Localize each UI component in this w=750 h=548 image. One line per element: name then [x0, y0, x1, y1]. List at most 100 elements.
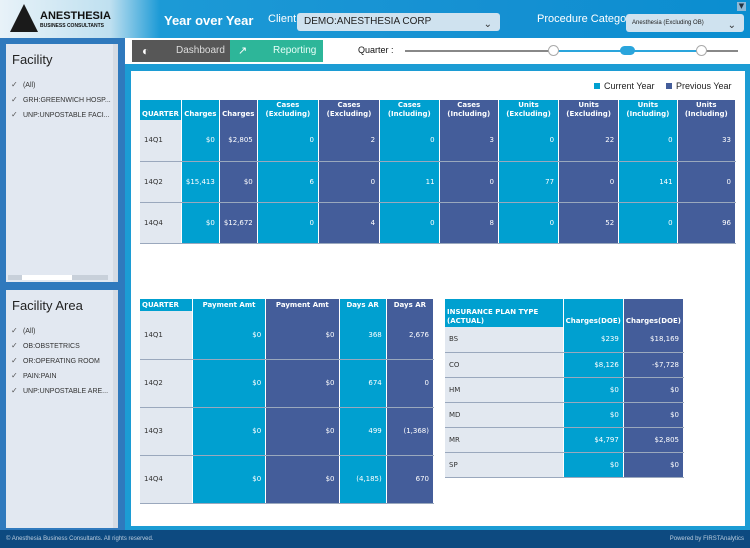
client-value: DEMO:ANESTHESIA CORP [304, 16, 432, 27]
checkmark-icon: ✓ [11, 341, 18, 350]
table-cell: $0 [192, 407, 267, 456]
column-header[interactable]: QUARTER [140, 299, 193, 311]
filter-item[interactable]: ✓ UNP:UNPOSTABLE FACI... [6, 107, 113, 122]
table-cell: $0 [192, 359, 267, 408]
table-row: 14Q4 $0 $12,672 0 4 0 8 0 52 0 96 [140, 202, 737, 244]
table-cell: 499 [339, 407, 387, 456]
table-cell: 141 [618, 161, 678, 203]
filter-item-label: PAIN:PAIN [22, 373, 57, 380]
row-label: SP [445, 452, 564, 478]
header: ANESTHESIA BUSINESS CONSULTANTS Year ove… [0, 0, 750, 38]
table-cell: 77 [498, 161, 560, 203]
filter-item-label: OR:OPERATING ROOM [22, 358, 100, 365]
dashboard-tab[interactable]: ◐ Dashboard [132, 40, 230, 62]
table-cell: 0 [677, 161, 737, 203]
legend-previous-year: Previous Year [666, 81, 732, 91]
column-header[interactable]: Units (Excluding) [558, 100, 620, 120]
table-row: CO $8,126 -$7,728 [445, 352, 685, 378]
column-header[interactable]: Charges [181, 100, 220, 120]
row-label: 14Q3 [140, 407, 193, 456]
table-cell: $0 [265, 311, 340, 360]
table-cell: $0 [265, 359, 340, 408]
slider-handle-middle[interactable] [620, 46, 635, 55]
column-header[interactable]: Payment Amt [265, 299, 340, 311]
table-cell: 674 [339, 359, 387, 408]
toolbar: ◐ Dashboard ↗ Reporting Quarter : [125, 38, 750, 64]
reporting-tab[interactable]: ↗ Reporting [230, 40, 323, 62]
table-cell: $0 [563, 402, 624, 428]
column-header[interactable]: Cases (Including) [439, 100, 499, 120]
filter-item[interactable]: ✓ OR:OPERATING ROOM [6, 353, 113, 368]
table-cell: -$7,728 [623, 352, 685, 378]
column-header[interactable]: Charges [219, 100, 258, 120]
table-cell: $12,672 [219, 202, 258, 244]
logo-text: ANESTHESIA [40, 10, 111, 22]
column-header[interactable]: INSURANCE PLAN TYPE (ACTUAL) [445, 299, 564, 327]
dashboard-label: Dashboard [176, 45, 225, 56]
procedure-category-select[interactable]: Anesthesia (Excluding OB) ⌄ [626, 14, 744, 32]
column-header[interactable]: Days AR [386, 299, 435, 311]
table-cell: 0 [439, 161, 499, 203]
column-header[interactable]: QUARTER [140, 100, 182, 120]
client-label: Client [268, 13, 297, 25]
table-cell: $15,413 [181, 161, 220, 203]
table-cell: $0 [192, 455, 267, 504]
table-cell: $18,169 [623, 327, 685, 353]
quarter-slider[interactable] [405, 45, 738, 56]
filter-item[interactable]: ✓ PAIN:PAIN [6, 368, 113, 383]
table-cell: 0 [498, 202, 560, 244]
slider-handle-end[interactable] [696, 45, 707, 56]
client-select[interactable]: DEMO:ANESTHESIA CORP ⌄ [297, 13, 500, 31]
table-cell: 2,676 [386, 311, 435, 360]
table-cell: 0 [379, 120, 440, 162]
column-header[interactable]: Units (Including) [677, 100, 737, 120]
page-title: Year over Year [164, 13, 254, 28]
legend-label: Previous Year [676, 81, 732, 91]
checkmark-icon: ✓ [11, 386, 18, 395]
menu-toggle-icon[interactable]: ▼ [737, 2, 746, 11]
filter-item-label: UNP:UNPOSTABLE FACI... [22, 112, 110, 119]
column-header[interactable]: Cases (Excluding) [318, 100, 381, 120]
filter-item-label: (All) [22, 82, 36, 89]
column-header[interactable]: Charges(DOE) [563, 299, 624, 327]
table-cell: 0 [257, 202, 319, 244]
reporting-label: Reporting [273, 45, 317, 56]
procedure-category-value: Anesthesia (Excluding OB) [632, 20, 704, 26]
table-cell: $0 [623, 402, 685, 428]
table-row: MD $0 $0 [445, 402, 685, 428]
table-row: 14Q3 $0 $0 499 (1,368) [140, 407, 435, 456]
header-row: INSURANCE PLAN TYPE (ACTUAL) Charges(DOE)… [445, 299, 685, 327]
column-header[interactable]: Units (Including) [618, 100, 678, 120]
filter-item[interactable]: ✓ (All) [6, 323, 113, 338]
checkmark-icon: ✓ [11, 326, 18, 335]
table-row: HM $0 $0 [445, 377, 685, 403]
row-label: 14Q2 [140, 161, 182, 203]
column-header[interactable]: Days AR [339, 299, 387, 311]
table-row: 14Q2 $15,413 $0 6 0 11 0 77 0 141 0 [140, 161, 737, 203]
filter-item[interactable]: ✓ UNP:UNPOSTABLE ARE... [6, 383, 113, 398]
column-header[interactable]: Payment Amt [192, 299, 267, 311]
table-row: SP $0 $0 [445, 452, 685, 478]
column-header[interactable]: Cases (Excluding) [257, 100, 319, 120]
filter-item[interactable]: ✓ (All) [6, 77, 113, 92]
row-label: 14Q4 [140, 202, 182, 244]
column-header[interactable]: Units (Excluding) [498, 100, 560, 120]
table-cell: 0 [257, 120, 319, 162]
current-year-swatch [594, 83, 600, 89]
filter-item[interactable]: ✓ OB:OBSTETRICS [6, 338, 113, 353]
table-cell: 368 [339, 311, 387, 360]
row-label: MR [445, 427, 564, 453]
filter-item[interactable]: ✓ GRH:GREENWICH HOSP... [6, 92, 113, 107]
column-header[interactable]: Cases (Including) [379, 100, 440, 120]
filter-item-label: GRH:GREENWICH HOSP... [22, 97, 111, 104]
table-cell: 0 [618, 120, 678, 162]
checkmark-icon: ✓ [11, 80, 18, 89]
horizontal-scrollbar[interactable] [8, 275, 108, 280]
copyright-text: © Anesthesia Business Consultants. All r… [6, 536, 154, 542]
column-header[interactable]: Charges(DOE) [623, 299, 685, 327]
slider-handle-start[interactable] [548, 45, 559, 56]
table-cell: $0 [623, 377, 685, 403]
facility-area-filter-panel: Facility Area ✓ (All) ✓ OB:OBSTETRICS ✓ OR… [6, 290, 118, 528]
table-cell: 96 [677, 202, 737, 244]
table-cell: 2 [318, 120, 381, 162]
